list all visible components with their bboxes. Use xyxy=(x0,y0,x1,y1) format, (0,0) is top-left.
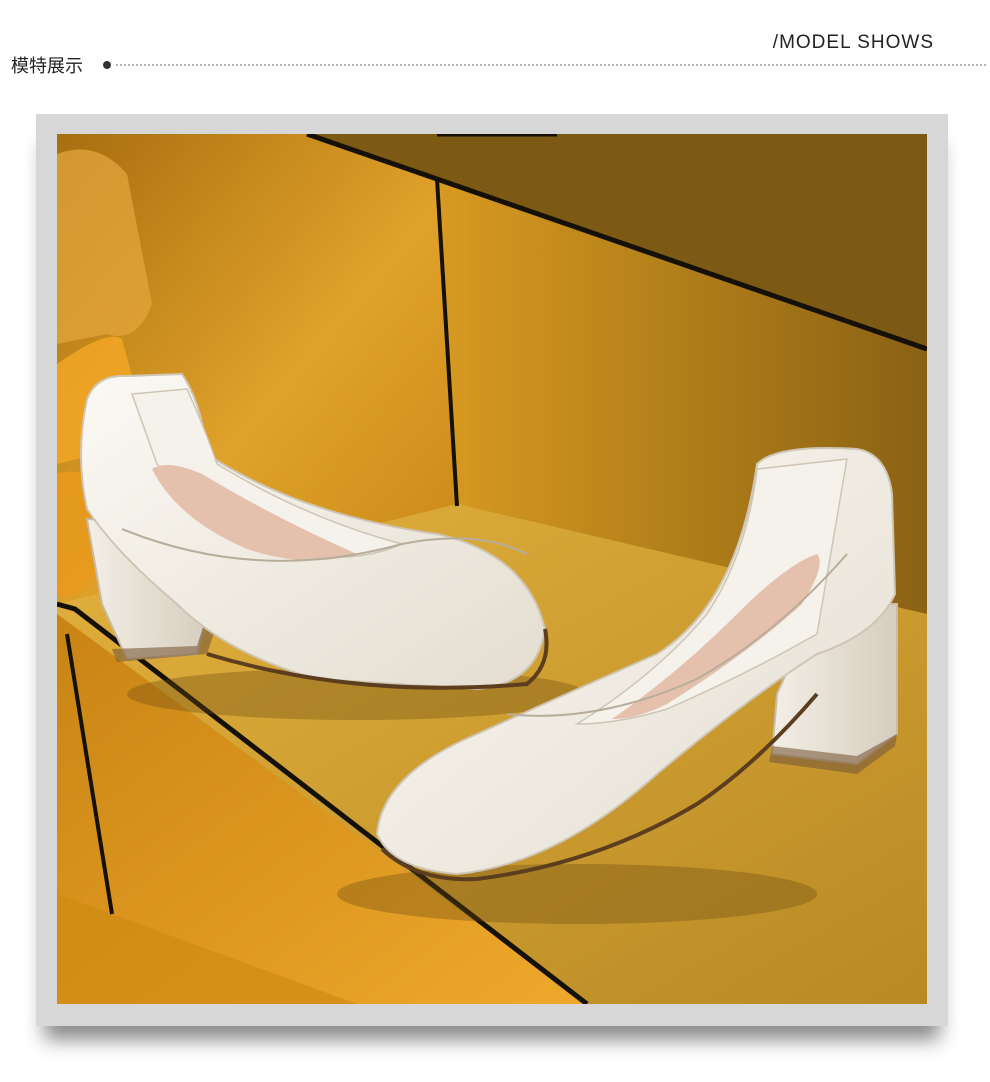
photo-frame xyxy=(36,114,948,1026)
section-header: /MODEL SHOWS 模特展示 xyxy=(0,0,990,100)
shoes-on-steps-illustration xyxy=(57,134,927,1004)
dotted-divider xyxy=(116,64,986,66)
product-photo xyxy=(57,134,927,1004)
section-title-en: /MODEL SHOWS xyxy=(772,32,934,53)
bullet-dot-icon xyxy=(103,61,111,69)
section-title-cn: 模特展示 xyxy=(11,56,83,77)
